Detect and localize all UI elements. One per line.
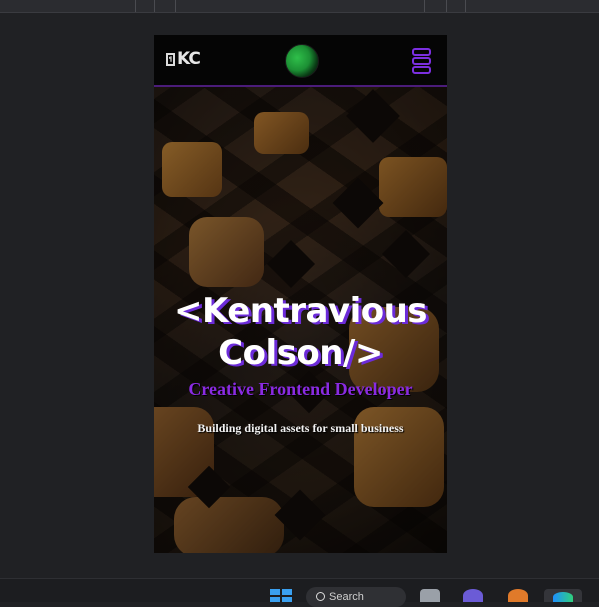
menu-button[interactable] xyxy=(412,48,432,74)
hero-title: <Kentravious Colson/> xyxy=(173,291,428,373)
taskbar-app-icon[interactable] xyxy=(463,589,483,602)
tab-divider xyxy=(135,0,136,12)
tab-divider xyxy=(465,0,466,12)
hero-section: <Kentravious Colson/> Creative Frontend … xyxy=(154,87,447,553)
tab-divider xyxy=(175,0,176,12)
menu-icon xyxy=(412,66,431,74)
site-navbar: ¶ KC xyxy=(154,35,447,87)
search-icon xyxy=(316,592,325,601)
os-taskbar: Search xyxy=(0,578,599,607)
tab-divider xyxy=(424,0,425,12)
menu-icon xyxy=(412,48,431,56)
tab-divider xyxy=(446,0,447,12)
taskbar-app-icon[interactable] xyxy=(508,589,528,602)
site-logo[interactable]: ¶ KC xyxy=(166,48,206,70)
tab-divider xyxy=(154,0,155,12)
hero-subtitle: Creative Frontend Developer xyxy=(188,379,413,399)
edge-browser-icon[interactable] xyxy=(544,589,582,602)
avatar[interactable] xyxy=(285,44,319,78)
browser-top-bar xyxy=(0,0,599,13)
logo-text: KC xyxy=(177,49,201,69)
menu-icon xyxy=(412,57,431,65)
search-label: Search xyxy=(329,591,364,603)
taskbar-search[interactable]: Search xyxy=(306,587,406,607)
hero-tagline: Building digital assets for small busine… xyxy=(197,421,404,435)
windows-start-icon[interactable] xyxy=(270,589,292,602)
mobile-viewport: ¶ KC <Kentravious Colson/> Creative Fron… xyxy=(154,35,447,553)
taskbar-app-icon[interactable] xyxy=(420,589,440,602)
logo-mark-icon: ¶ xyxy=(166,52,175,66)
